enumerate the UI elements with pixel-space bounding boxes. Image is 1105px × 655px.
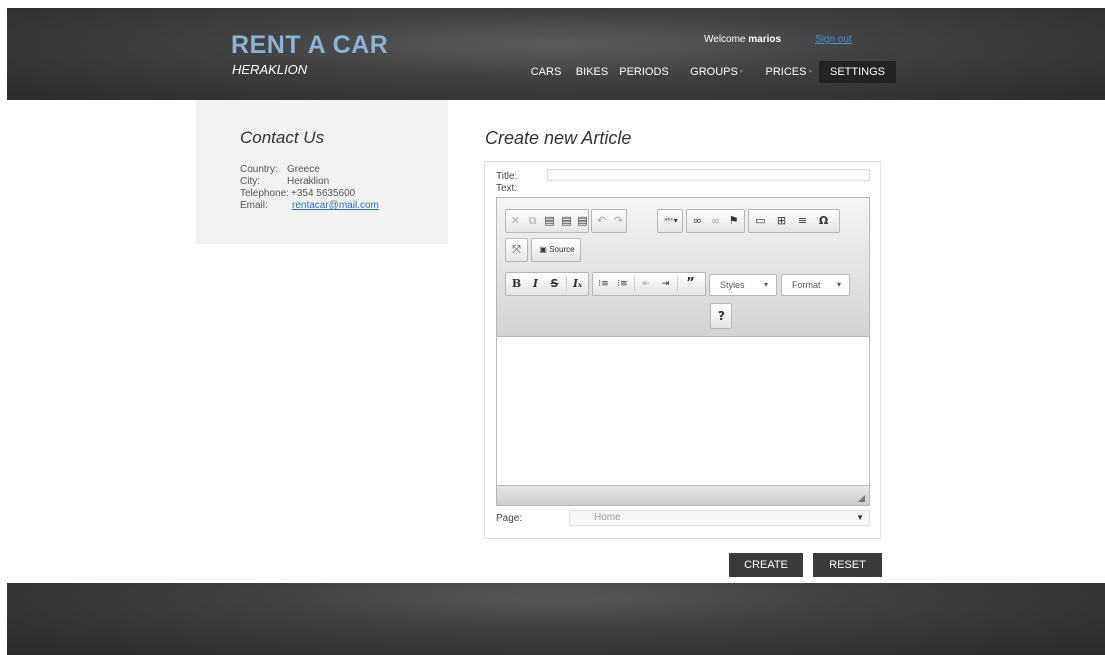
contact-row-country: Country: Greece <box>240 164 320 175</box>
title-label: Title: <box>496 171 518 182</box>
spellcheck-group: ᵃᵇᶜ▾ <box>657 209 683 233</box>
rich-text-editor: ✕ ⧉ ▤ ▤ ▤ ↶ ↷ ᵃᵇᶜ▾ ∞ ∞ ⚑ ▭ ⊞ ≡ Ω ⤧ ▣ Sou… <box>496 197 870 506</box>
maximize-icon[interactable]: ⤧ <box>508 239 525 261</box>
undo-group: ↶ ↷ <box>591 209 627 233</box>
nav-groups[interactable]: GROUPS <box>688 61 740 83</box>
contact-heading: Contact Us <box>240 128 325 147</box>
nav-settings[interactable]: SETTINGS <box>819 61 896 83</box>
page-label: Page: <box>496 513 523 524</box>
username: marios <box>748 34 782 45</box>
image-icon[interactable]: ▭ <box>752 210 769 232</box>
create-button[interactable]: CREATE <box>729 553 803 577</box>
contact-label: Country: <box>240 164 278 175</box>
format-dropdown[interactable]: Format ▾ <box>781 274 850 296</box>
outdent-icon[interactable]: ⇤ <box>638 273 655 295</box>
cut-icon[interactable]: ✕ <box>507 210 524 232</box>
copy-icon[interactable]: ⧉ <box>524 210 541 232</box>
nav-prices[interactable]: PRICES <box>763 61 809 83</box>
resize-handle-icon[interactable] <box>858 495 865 502</box>
chevron-down-icon: ▾ <box>836 280 841 289</box>
welcome-prefix: Welcome <box>704 34 746 45</box>
contact-label: Telephone: <box>240 188 289 199</box>
brand-title[interactable]: RENT A CAR <box>231 33 388 58</box>
source-button[interactable]: ▣ Source <box>535 239 579 261</box>
paragraph-group: ⁝≡ ⁝≡ ⇤ ⇥ ” <box>592 272 706 296</box>
title-input[interactable] <box>547 169 870 181</box>
editor-content-area[interactable] <box>497 338 869 485</box>
contact-row-city: City: Heraklion <box>240 176 329 187</box>
source-label: Source <box>549 245 575 254</box>
nav-separator: ▸ <box>809 68 813 75</box>
chevron-down-icon: ▼ <box>856 513 864 522</box>
bold-icon[interactable]: B <box>508 273 525 295</box>
styles-dropdown[interactable]: Styles ▾ <box>709 274 777 296</box>
contact-value: Heraklion <box>287 176 330 187</box>
horizontal-rule-icon[interactable]: ≡ <box>794 210 811 232</box>
editor-toolbar: ✕ ⧉ ▤ ▤ ▤ ↶ ↷ ᵃᵇᶜ▾ ∞ ∞ ⚑ ▭ ⊞ ≡ Ω ⤧ ▣ Sou… <box>497 198 869 337</box>
contact-label: Email: <box>240 200 268 211</box>
footer <box>7 583 1105 655</box>
contact-row-telephone: Telephone: +354 5635600 <box>240 188 355 199</box>
undo-icon[interactable]: ↶ <box>593 210 610 232</box>
contact-value: Greece <box>287 164 320 175</box>
indent-icon[interactable]: ⇥ <box>657 273 674 295</box>
page-select-value: Home <box>594 512 621 523</box>
contact-label: City: <box>240 176 260 187</box>
special-char-icon[interactable]: Ω <box>815 210 832 232</box>
spellcheck-icon[interactable]: ᵃᵇᶜ▾ <box>660 210 682 232</box>
link-icon[interactable]: ∞ <box>689 210 706 232</box>
paste-word-icon[interactable]: ▤ <box>574 210 591 232</box>
anchor-icon[interactable]: ⚑ <box>725 210 742 232</box>
nav-bikes[interactable]: BIKES <box>572 61 612 83</box>
bulleted-list-icon[interactable]: ⁝≡ <box>614 273 631 295</box>
nav-periods[interactable]: PERIODS <box>617 61 671 83</box>
chevron-down-icon: ▾ <box>763 280 768 289</box>
source-group: ▣ Source <box>531 238 581 262</box>
strike-icon[interactable]: S <box>546 273 563 295</box>
table-icon[interactable]: ⊞ <box>773 210 790 232</box>
text-label: Text: <box>496 183 518 194</box>
nav-cars[interactable]: CARS <box>528 61 564 83</box>
insert-group: ▭ ⊞ ≡ Ω <box>748 209 840 233</box>
welcome-text: Welcome marios <box>704 34 781 46</box>
help-button[interactable]: ? <box>713 304 730 328</box>
nav-separator: ▸ <box>740 68 744 75</box>
reset-button[interactable]: RESET <box>813 553 882 577</box>
help-group: ? <box>710 303 732 329</box>
basic-style-group: B I S Iₓ <box>505 272 589 296</box>
toolbar-divider <box>634 276 635 292</box>
header <box>7 8 1105 100</box>
page-select[interactable]: Home ▼ <box>569 510 870 526</box>
contact-row-email: Email: rentacar@mail.com <box>240 200 379 211</box>
clipboard-group: ✕ ⧉ ▤ ▤ ▤ <box>505 209 589 233</box>
maximize-group: ⤧ <box>505 238 528 262</box>
redo-icon[interactable]: ↷ <box>610 210 627 232</box>
unlink-icon[interactable]: ∞ <box>707 210 724 232</box>
link-group: ∞ ∞ ⚑ <box>686 209 745 233</box>
styles-label: Styles <box>720 280 745 290</box>
toolbar-divider <box>566 276 567 292</box>
remove-format-icon[interactable]: Iₓ <box>569 273 586 295</box>
editor-statusbar <box>497 485 869 505</box>
contact-sidebar: Contact Us Country: Greece City: Herakli… <box>196 100 448 244</box>
format-label: Format <box>792 280 821 290</box>
contact-email-link[interactable]: rentacar@mail.com <box>292 200 379 211</box>
italic-icon[interactable]: I <box>527 273 544 295</box>
page: RENT A CAR HERAKLION Welcome marios Sign… <box>0 0 1105 655</box>
signout-link[interactable]: Sign out <box>815 34 852 46</box>
brand-subtitle: HERAKLION <box>232 62 308 77</box>
paste-icon[interactable]: ▤ <box>541 210 558 232</box>
blockquote-icon[interactable]: ” <box>682 273 699 295</box>
paste-text-icon[interactable]: ▤ <box>558 210 575 232</box>
source-icon: ▣ <box>539 245 547 254</box>
page-title: Create new Article <box>485 128 632 148</box>
numbered-list-icon[interactable]: ⁝≡ <box>595 273 612 295</box>
toolbar-divider <box>677 276 678 292</box>
contact-value: +354 5635600 <box>291 188 356 199</box>
